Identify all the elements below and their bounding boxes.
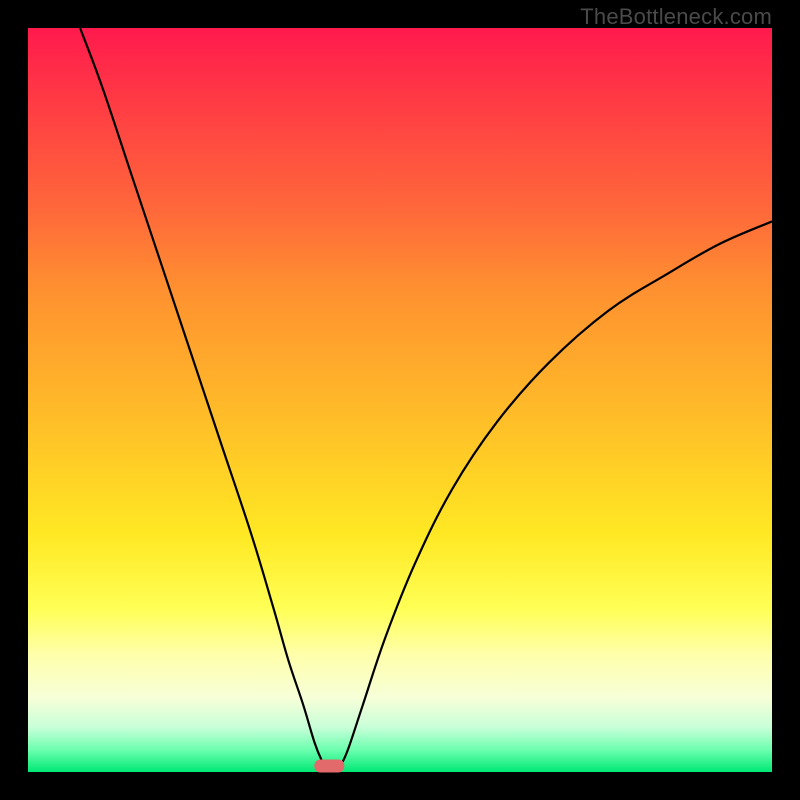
curve-left-branch (80, 28, 326, 766)
watermark: TheBottleneck.com (580, 4, 772, 30)
optimal-marker (314, 760, 344, 773)
chart-frame: TheBottleneck.com (0, 0, 800, 800)
curve-layer (0, 0, 800, 800)
curve-right-branch (340, 221, 772, 766)
